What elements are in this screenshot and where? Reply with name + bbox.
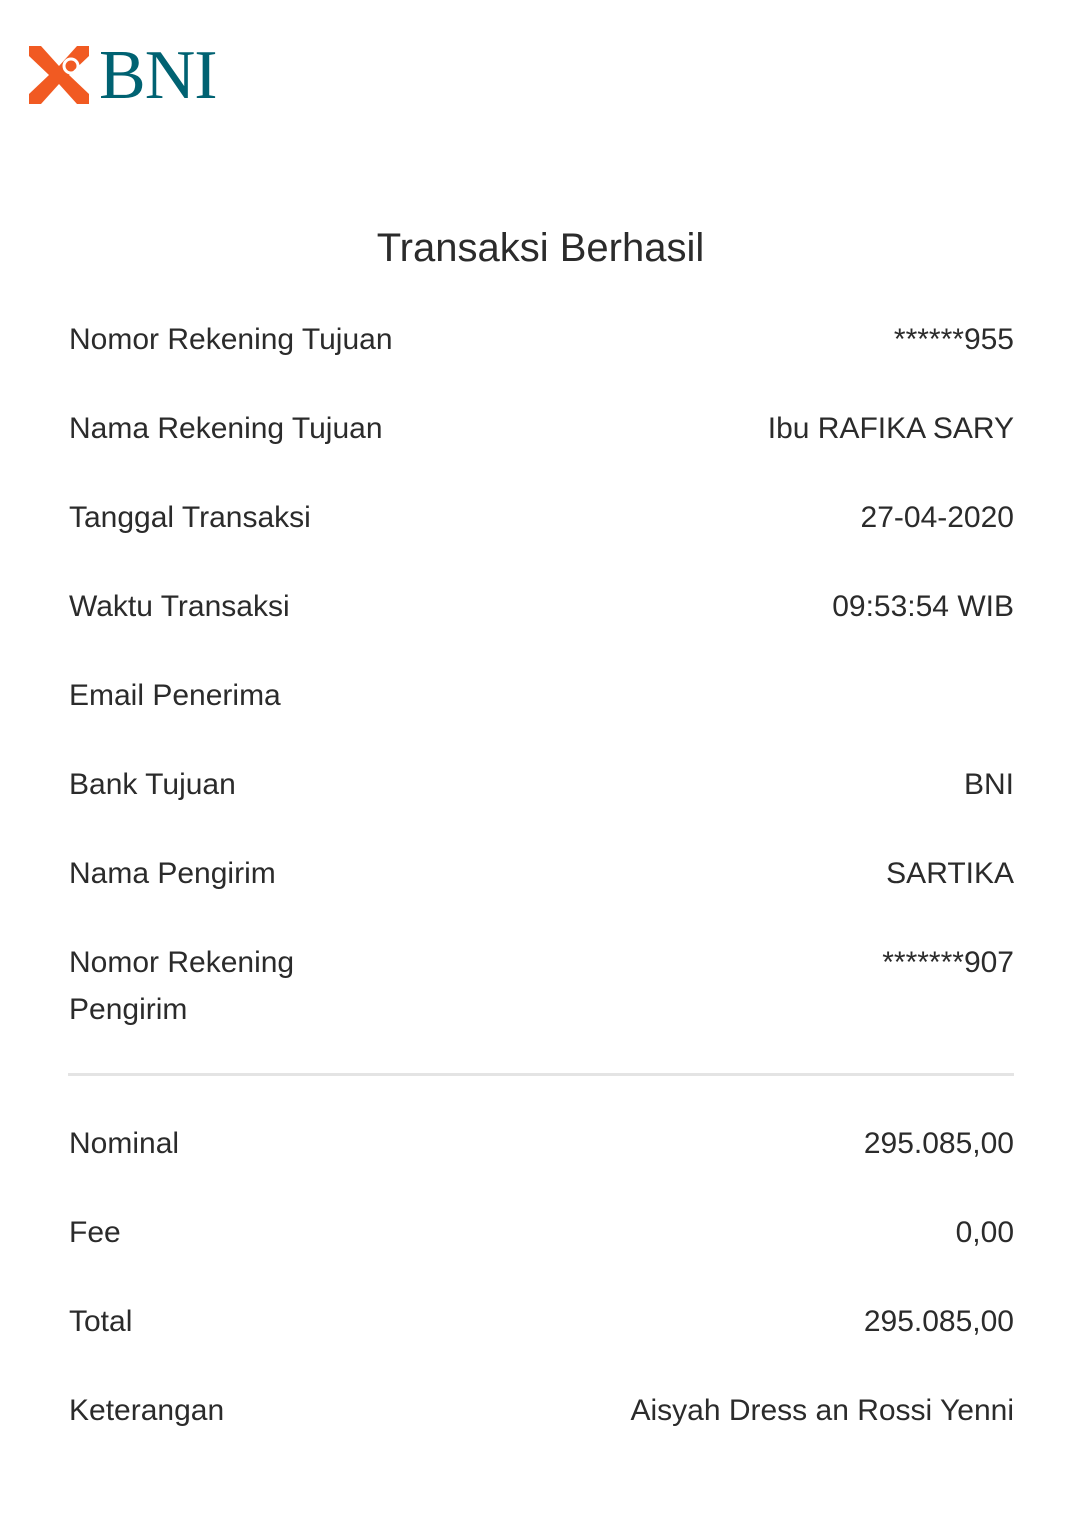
summary-row-description: Keterangan Aisyah Dress an Rossi Yenni	[69, 1387, 1014, 1434]
bni-logo-mark-icon	[29, 46, 89, 104]
detail-value: Ibu RAFIKA SARY	[767, 412, 1014, 445]
detail-label: Nomor Rekening Tujuan	[69, 323, 393, 356]
detail-row-destination-account-number: Nomor Rekening Tujuan ******955	[69, 316, 1014, 363]
detail-row-transaction-date: Tanggal Transaksi 27-04-2020	[69, 494, 1014, 541]
detail-row-destination-bank: Bank Tujuan BNI	[69, 761, 1014, 808]
detail-value: SARTIKA	[886, 857, 1014, 890]
summary-value: Aisyah Dress an Rossi Yenni	[630, 1394, 1014, 1427]
summary-row-nominal: Nominal 295.085,00	[69, 1120, 1014, 1167]
detail-value: *******907	[882, 946, 1014, 979]
detail-label: Nama Rekening Tujuan	[69, 412, 383, 445]
detail-label: Bank Tujuan	[69, 768, 236, 801]
detail-label: Tanggal Transaksi	[69, 501, 311, 534]
page-title: Transaksi Berhasil	[376, 226, 705, 270]
detail-row-sender-name: Nama Pengirim SARTIKA	[69, 850, 1014, 897]
detail-row-transaction-time: Waktu Transaksi 09:53:54 WIB	[69, 583, 1014, 630]
detail-value: ******955	[893, 323, 1014, 356]
summary-value: 295.085,00	[863, 1305, 1014, 1338]
detail-row-destination-account-name: Nama Rekening Tujuan Ibu RAFIKA SARY	[69, 405, 1014, 452]
detail-label: Nama Pengirim	[69, 857, 276, 890]
summary-row-total: Total 295.085,00	[69, 1298, 1014, 1345]
section-divider	[68, 1073, 1014, 1076]
detail-value: 27-04-2020	[860, 501, 1014, 534]
bni-logo-text: BNI	[99, 37, 218, 114]
detail-label: Email Penerima	[69, 679, 281, 712]
detail-label: Waktu Transaksi	[69, 590, 290, 623]
detail-label: Nomor Rekening Pengirim	[69, 946, 295, 1026]
summary-label: Total	[69, 1305, 133, 1338]
summary-label: Nominal	[69, 1127, 180, 1160]
bni-logo: BNI	[29, 37, 239, 114]
summary-label: Keterangan	[69, 1394, 225, 1427]
summary-value: 0,00	[955, 1216, 1014, 1249]
summary-value: 295.085,00	[863, 1127, 1014, 1160]
detail-row-sender-account-number: Nomor Rekening Pengirim *******907	[69, 939, 1014, 1033]
detail-value: BNI	[963, 768, 1014, 801]
detail-value: 09:53:54 WIB	[832, 590, 1014, 623]
summary-row-fee: Fee 0,00	[69, 1209, 1014, 1256]
summary-label: Fee	[69, 1216, 121, 1249]
detail-row-recipient-email: Email Penerima	[69, 672, 1014, 719]
